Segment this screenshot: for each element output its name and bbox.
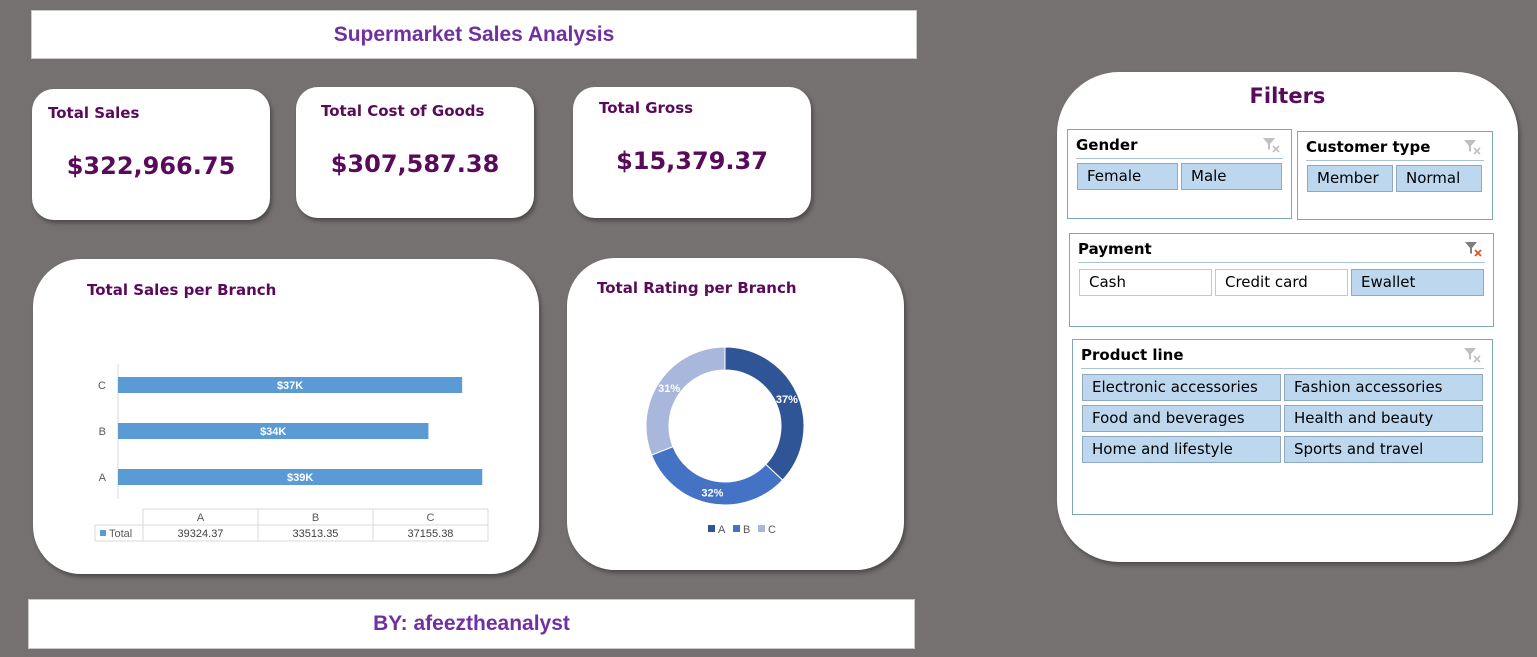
slicer-title: Customer type: [1306, 138, 1431, 156]
page-title: Supermarket Sales Analysis: [333, 22, 615, 46]
clear-filter-icon[interactable]: [1462, 346, 1482, 364]
kpi-label: Total Cost of Goods: [321, 102, 485, 120]
legend-key: [733, 525, 740, 532]
slice-data-label: 31%: [658, 383, 680, 395]
kpi-value: $307,587.38: [330, 150, 500, 178]
kpi-card-total-cost: Total Cost of Goods $307,587.38: [296, 87, 534, 218]
table-cell: 33513.35: [293, 528, 339, 540]
table-cell: 37155.38: [408, 528, 454, 540]
clear-filter-icon[interactable]: [1261, 136, 1281, 154]
bar-chart-svg: $39K A $34K B $37K C A B C Total 39324.37 33513.35 3…: [94, 364, 489, 542]
table-cell: 39324.37: [178, 528, 224, 540]
kpi-card-total-gross: Total Gross $15,379.37: [573, 87, 811, 218]
slicer-item-credit-card[interactable]: Credit card: [1215, 269, 1348, 296]
slicer-item-cash[interactable]: Cash: [1079, 269, 1212, 296]
table-row-label: Total: [109, 528, 132, 540]
slicer-header: Payment: [1078, 238, 1485, 263]
slicer-title: Gender: [1076, 136, 1138, 154]
title-banner: Supermarket Sales Analysis: [31, 10, 917, 59]
slice-data-label: 37%: [776, 394, 798, 406]
slicer-header: Product line: [1081, 344, 1484, 369]
slicer-header: Customer type: [1306, 136, 1484, 161]
slicer-item-female[interactable]: Female: [1077, 163, 1178, 190]
y-tick-label: C: [98, 380, 106, 392]
slicer-item-ewallet[interactable]: Ewallet: [1351, 269, 1484, 296]
slicer-item-fashion-accessories[interactable]: Fashion accessories: [1284, 374, 1483, 401]
slicer-product-line: Product line Electronic accessories Fash…: [1072, 339, 1493, 515]
slicer-item-male[interactable]: Male: [1181, 163, 1282, 190]
slicer-header: Gender: [1076, 134, 1283, 159]
sales-per-branch-chart[interactable]: Total Sales per Branch $39K A $34K B $37K C A B…: [33, 259, 539, 574]
bar-data-label: $34K: [260, 426, 286, 438]
legend-label: B: [743, 524, 750, 536]
kpi-card-total-sales: Total Sales $322,966.75: [32, 89, 270, 220]
kpi-value: $15,379.37: [616, 147, 768, 175]
kpi-label: Total Sales: [48, 104, 140, 122]
filters-panel: Filters Gender Female Male Customer type…: [1057, 72, 1518, 562]
rating-per-branch-chart[interactable]: Total Rating per Branch 37% 32% 31% A B C: [567, 258, 904, 570]
y-tick-label: A: [99, 472, 107, 484]
legend-label: C: [768, 524, 776, 536]
clear-filter-icon[interactable]: [1463, 240, 1483, 258]
slicer-payment: Payment Cash Credit card Ewallet: [1069, 233, 1494, 327]
footer-banner: BY: afeeztheanalyst: [28, 599, 915, 649]
slice-data-label: 32%: [701, 487, 723, 499]
slicer-item-sports-and-travel[interactable]: Sports and travel: [1284, 436, 1483, 463]
y-tick-label: B: [99, 426, 106, 438]
slicer-customer-type: Customer type Member Normal: [1297, 131, 1493, 220]
slicer-item-normal[interactable]: Normal: [1396, 165, 1482, 192]
slicer-item-food-and-beverages[interactable]: Food and beverages: [1082, 405, 1281, 432]
slicer-item-home-and-lifestyle[interactable]: Home and lifestyle: [1082, 436, 1281, 463]
kpi-value: $322,966.75: [66, 152, 236, 180]
table-header-cell: A: [197, 512, 205, 524]
legend-label: A: [718, 524, 726, 536]
author-credit: BY: afeeztheanalyst: [373, 612, 570, 635]
clear-filter-icon[interactable]: [1462, 138, 1482, 156]
legend-key: [708, 525, 715, 532]
donut-slice-c: [645, 346, 726, 456]
slicer-item-health-and-beauty[interactable]: Health and beauty: [1284, 405, 1483, 432]
slicer-item-electronic-accessories[interactable]: Electronic accessories: [1082, 374, 1281, 401]
table-header-cell: B: [312, 512, 319, 524]
donut-chart-svg: 37% 32% 31% A B C: [645, 346, 805, 536]
donut-slice-a: [724, 346, 805, 481]
slicer-title: Product line: [1081, 346, 1184, 364]
filters-title: Filters: [1249, 84, 1326, 108]
legend-key: [100, 530, 106, 536]
slicer-gender: Gender Female Male: [1067, 129, 1292, 219]
kpi-label: Total Gross: [599, 99, 694, 117]
slicer-item-member[interactable]: Member: [1307, 165, 1393, 192]
slicer-title: Payment: [1078, 240, 1152, 258]
bar-data-label: $39K: [287, 472, 313, 484]
bar-data-label: $37K: [277, 380, 303, 392]
table-header-cell: C: [427, 512, 435, 524]
legend-key: [758, 525, 765, 532]
